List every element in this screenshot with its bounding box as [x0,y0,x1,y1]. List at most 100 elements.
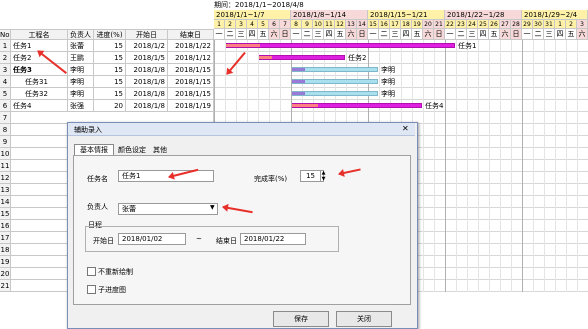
close-label: 关闭 [357,315,371,323]
chevron-down-icon[interactable]: ▼ [210,204,215,211]
cell-progress[interactable]: 15 [94,64,126,76]
cell-owner[interactable]: 张蕾 [68,40,94,52]
grid-line [489,40,490,292]
row-number: 21 [0,280,11,292]
day-number: 27 [500,20,511,29]
cell-name[interactable]: 任务32 [11,88,68,100]
day-number: 20 [423,20,434,29]
day-number: 30 [533,20,544,29]
weekday-label: 一 [522,29,533,40]
column-header-owner: 负责人 [68,29,94,40]
close-button[interactable]: 关闭 [336,311,392,327]
weekday-label: 五 [258,29,269,40]
day-number: 14 [357,20,368,29]
tab-label: 颜色设定 [118,146,146,154]
cell-progress[interactable]: 20 [94,100,126,112]
day-number: 22 [445,20,456,29]
day-number: 28 [511,20,522,29]
tab-basic-info[interactable]: 基本情报 [74,144,114,155]
cell-owner[interactable]: 李明 [68,64,94,76]
gantt-bar[interactable] [292,91,378,96]
cell-owner[interactable]: 李明 [68,76,94,88]
day-number: 15 [368,20,379,29]
cell-no[interactable]: 1 [0,40,11,52]
cell-progress[interactable]: 15 [94,88,126,100]
cell-start[interactable]: 2018/1/8 [126,88,168,100]
cell-start[interactable]: 2018/1/5 [126,52,168,64]
grid-line [423,40,424,292]
cell-name[interactable]: 任务31 [11,76,68,88]
owner-select[interactable]: 张蕾 [118,203,218,215]
weekday-label: 一 [291,29,302,40]
row-number: 10 [0,148,11,160]
task-name-field[interactable]: 任务1 [118,170,214,182]
sub-progress-checkbox[interactable] [87,285,96,294]
cell-end[interactable]: 2018/1/19 [168,100,214,112]
grid-line [555,40,556,292]
cell-progress[interactable]: 15 [94,52,126,64]
cell-name[interactable]: 任务4 [11,100,68,112]
row-number: 17 [0,232,11,244]
gantt-progress [292,68,305,71]
cell-no[interactable]: 2 [0,52,11,64]
end-date-label: 结束日 [216,237,237,245]
day-number: 1 [555,20,566,29]
cell-owner[interactable]: 张强 [68,100,94,112]
week-header: 2018/1/15~1/21 [368,10,445,20]
weekday-label: 五 [489,29,500,40]
cell-end[interactable]: 2018/1/15 [168,88,214,100]
gantt-bar[interactable] [226,43,455,48]
cell-end[interactable]: 2018/1/15 [168,76,214,88]
day-number: 13 [346,20,357,29]
cell-end[interactable]: 2018/1/15 [168,64,214,76]
cell-start[interactable]: 2018/1/8 [126,100,168,112]
progress-value: 15 [306,172,315,180]
gantt-bar[interactable] [292,67,378,72]
stepper-arrows-icon[interactable]: ▲ ▼ [320,170,326,182]
gantt-bar-label: 李明 [381,78,395,86]
cell-owner[interactable]: 王鹏 [68,52,94,64]
cell-no[interactable]: 3 [0,64,11,76]
no-redraw-checkbox[interactable] [87,267,96,276]
start-date-field[interactable]: 2018/01/02 [118,233,186,245]
weekday-label: 一 [368,29,379,40]
tab-other[interactable]: 其他 [150,145,170,155]
cell-owner[interactable]: 李明 [68,88,94,100]
cell-no[interactable]: 4 [0,76,11,88]
day-number: 9 [302,20,313,29]
day-number: 2 [566,20,577,29]
row-number: 13 [0,184,11,196]
close-icon[interactable]: ✕ [402,124,409,133]
grid-line [511,40,512,292]
assist-input-dialog: 辅助录入 ✕ 基本情报 颜色设定 其他 任务名 任务1 完成率(%) 15 ▲ ▼… [67,122,418,329]
cell-progress[interactable]: 15 [94,40,126,52]
tab-color-settings[interactable]: 颜色设定 [114,145,150,155]
start-date-label: 开始日 [93,237,114,245]
gantt-progress [292,92,305,95]
cell-progress[interactable]: 15 [94,76,126,88]
cell-start[interactable]: 2018/1/2 [126,40,168,52]
gantt-progress [292,104,318,107]
day-number: 24 [467,20,478,29]
column-header-start: 开始日 [126,29,168,40]
grid-line [533,40,534,292]
gantt-bar[interactable] [259,55,345,60]
row-number: 14 [0,196,11,208]
weekday-label: 一 [214,29,225,40]
cell-end[interactable]: 2018/1/12 [168,52,214,64]
weekday-label: 五 [412,29,423,40]
cell-no[interactable]: 6 [0,100,11,112]
dialog-titlebar[interactable]: 辅助录入 ✕ [68,123,415,136]
cell-start[interactable]: 2018/1/8 [126,76,168,88]
cell-end[interactable]: 2018/1/22 [168,40,214,52]
day-number: 17 [390,20,401,29]
grid-line [456,40,457,292]
period-value: 2018/1/1~2018/4/8 [235,1,304,9]
row-number: 7 [0,112,11,124]
end-date-field[interactable]: 2018/01/22 [240,233,306,245]
week-header: 2018/1/1~1/7 [214,10,291,20]
save-button[interactable]: 保存 [273,311,329,327]
cell-no[interactable]: 5 [0,88,11,100]
cell-start[interactable]: 2018/1/8 [126,64,168,76]
gantt-bar[interactable] [292,79,378,84]
